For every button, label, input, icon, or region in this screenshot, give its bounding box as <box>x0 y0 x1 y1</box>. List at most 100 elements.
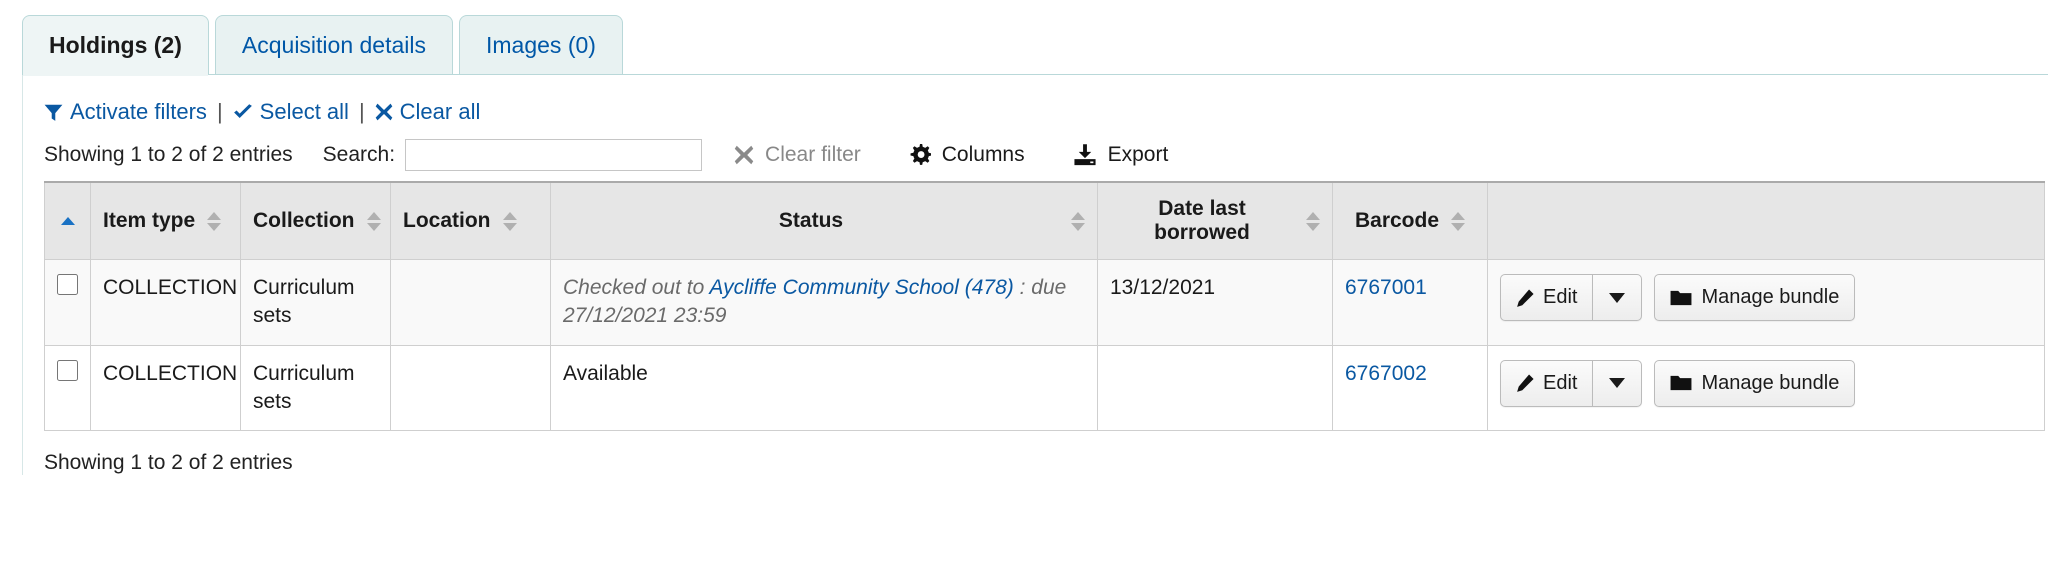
filter-separator-2: | <box>359 99 365 125</box>
table-toolbar: Showing 1 to 2 of 2 entries Search: Clea… <box>22 131 2048 181</box>
tab-acquisition-details[interactable]: Acquisition details <box>215 15 453 75</box>
column-header-status[interactable]: Status <box>551 182 1098 260</box>
columns-label: Columns <box>942 143 1025 167</box>
row-action-buttons: Edit Manage bundle <box>1500 360 2032 407</box>
edit-split-button: Edit <box>1500 360 1642 407</box>
clear-filter-button[interactable]: Clear filter <box>734 143 861 167</box>
cell-date-last-borrowed: 13/12/2021 <box>1098 260 1333 346</box>
column-header-barcode-label: Barcode <box>1355 209 1439 233</box>
status-text: Checked out to Aycliffe Community School… <box>563 276 1066 327</box>
select-all-link[interactable]: Select all <box>233 99 349 125</box>
table-row: COLLECTION Curriculum sets Available 676… <box>45 345 2045 431</box>
folder-icon <box>1670 289 1692 307</box>
status-prefix: Checked out to <box>563 276 709 299</box>
sort-icon <box>367 212 381 231</box>
table-body: COLLECTION Curriculum sets Checked out t… <box>45 260 2045 431</box>
holdings-panel: Activate filters | Select all | Clear al… <box>0 75 2048 475</box>
download-icon <box>1073 144 1097 166</box>
columns-button[interactable]: Columns <box>909 143 1025 167</box>
cell-item-type: COLLECTION <box>91 345 241 431</box>
column-header-collection[interactable]: Collection <box>241 182 391 260</box>
filter-links-row: Activate filters | Select all | Clear al… <box>22 75 2048 131</box>
column-header-status-label: Status <box>563 209 1059 233</box>
edit-label: Edit <box>1543 370 1577 397</box>
chevron-down-icon <box>1609 293 1625 303</box>
select-all-label: Select all <box>260 99 349 125</box>
cell-collection: Curriculum sets <box>241 345 391 431</box>
filter-icon <box>44 103 63 122</box>
row-checkbox[interactable] <box>57 360 78 381</box>
cell-item-type: COLLECTION <box>91 260 241 346</box>
table-row: COLLECTION Curriculum sets Checked out t… <box>45 260 2045 346</box>
column-header-actions <box>1488 182 2045 260</box>
tab-holdings[interactable]: Holdings (2) <box>22 15 209 75</box>
tab-list: Holdings (2) Acquisition details Images … <box>22 0 2048 75</box>
table-tools: Clear filter Columns <box>734 143 1168 167</box>
sort-icon <box>503 212 517 231</box>
clear-all-label: Clear all <box>400 99 481 125</box>
export-button[interactable]: Export <box>1073 143 1169 167</box>
panel-left-border <box>22 75 23 475</box>
tab-acquisition-details-label: Acquisition details <box>242 33 426 58</box>
times-icon <box>375 103 393 121</box>
patron-link[interactable]: Aycliffe Community School (478) <box>709 276 1013 299</box>
sort-icon <box>1306 212 1320 231</box>
pencil-icon <box>1516 289 1534 307</box>
row-select-cell <box>45 345 91 431</box>
tab-images-label: Images (0) <box>486 33 596 58</box>
filter-separator-1: | <box>217 99 223 125</box>
export-label: Export <box>1108 143 1169 167</box>
search-label: Search: <box>323 143 395 167</box>
times-icon <box>734 145 754 165</box>
tab-images[interactable]: Images (0) <box>459 15 623 75</box>
holdings-table: Item type Collection <box>44 181 2045 431</box>
edit-label: Edit <box>1543 284 1577 311</box>
edit-button[interactable]: Edit <box>1500 360 1592 407</box>
manage-bundle-button[interactable]: Manage bundle <box>1654 274 1855 321</box>
holdings-table-wrapper: Item type Collection <box>22 181 2048 431</box>
column-header-item-type[interactable]: Item type <box>91 182 241 260</box>
cell-actions: Edit Manage bundle <box>1488 345 2045 431</box>
column-header-date-last-borrowed-label: Date last borrowed <box>1110 197 1294 245</box>
cell-status: Checked out to Aycliffe Community School… <box>551 260 1098 346</box>
edit-button[interactable]: Edit <box>1500 274 1592 321</box>
column-header-item-type-label: Item type <box>103 209 195 233</box>
sort-icon <box>1451 212 1465 231</box>
row-checkbox[interactable] <box>57 274 78 295</box>
showing-entries-top: Showing 1 to 2 of 2 entries <box>44 143 293 167</box>
clear-all-link[interactable]: Clear all <box>375 99 481 125</box>
barcode-link[interactable]: 6767001 <box>1345 276 1427 299</box>
column-header-location[interactable]: Location <box>391 182 551 260</box>
cell-actions: Edit Manage bundle <box>1488 260 2045 346</box>
manage-bundle-button[interactable]: Manage bundle <box>1654 360 1855 407</box>
chevron-down-icon <box>1609 378 1625 388</box>
check-icon <box>233 103 253 122</box>
showing-entries-bottom: Showing 1 to 2 of 2 entries <box>22 431 2048 475</box>
cell-status: Available <box>551 345 1098 431</box>
cell-collection: Curriculum sets <box>241 260 391 346</box>
column-header-select[interactable] <box>45 182 91 260</box>
tab-bar: Holdings (2) Acquisition details Images … <box>0 0 2048 75</box>
sort-icon <box>207 212 221 231</box>
table-header-row: Item type Collection <box>45 182 2045 260</box>
manage-bundle-label: Manage bundle <box>1701 284 1839 311</box>
tab-holdings-label: Holdings (2) <box>49 33 182 58</box>
manage-bundle-label: Manage bundle <box>1701 370 1839 397</box>
edit-dropdown-toggle[interactable] <box>1592 360 1642 407</box>
activate-filters-label: Activate filters <box>70 99 207 125</box>
gear-icon <box>909 144 931 166</box>
column-header-barcode[interactable]: Barcode <box>1333 182 1488 260</box>
barcode-link[interactable]: 6767002 <box>1345 362 1427 385</box>
column-header-location-label: Location <box>403 209 491 233</box>
sort-icon <box>1071 212 1085 231</box>
activate-filters-link[interactable]: Activate filters <box>44 99 207 125</box>
search-input[interactable] <box>405 139 702 171</box>
edit-split-button: Edit <box>1500 274 1642 321</box>
folder-icon <box>1670 374 1692 392</box>
sort-asc-icon <box>61 217 75 225</box>
column-header-date-last-borrowed[interactable]: Date last borrowed <box>1098 182 1333 260</box>
cell-barcode: 6767002 <box>1333 345 1488 431</box>
table-head: Item type Collection <box>45 182 2045 260</box>
cell-location <box>391 345 551 431</box>
edit-dropdown-toggle[interactable] <box>1592 274 1642 321</box>
